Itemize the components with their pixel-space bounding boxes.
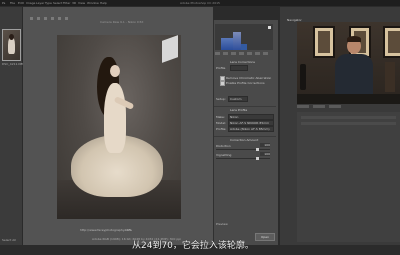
lens-profile-label: Profile: xyxy=(216,127,227,131)
presenter-body xyxy=(335,54,373,94)
frame-photo xyxy=(318,31,330,53)
vignetting-slider[interactable] xyxy=(216,157,270,160)
menu-ps[interactable]: Ps xyxy=(2,1,5,5)
presenter-video xyxy=(297,22,400,104)
presenter-hair xyxy=(347,36,361,42)
menu-edit[interactable]: Edit xyxy=(18,1,24,5)
lens-profile-value: Adobe (Nikon AF-S 85mm) xyxy=(230,127,270,131)
tab-effects-icon[interactable] xyxy=(262,52,268,55)
zoom-level[interactable]: 10% xyxy=(125,228,132,232)
photo-body xyxy=(104,83,126,153)
photo-face xyxy=(110,65,120,77)
histogram-peak-3 xyxy=(241,44,247,50)
tab-hsl-icon[interactable] xyxy=(238,52,244,55)
setup-label: Setup: xyxy=(216,97,226,101)
crop-tool-icon[interactable] xyxy=(50,17,54,20)
menu-type[interactable]: Type xyxy=(45,1,52,5)
tab-layers[interactable] xyxy=(297,105,309,108)
correction-amount-header: Correction Amount xyxy=(230,138,259,142)
speaker xyxy=(300,64,306,90)
enable-profile-checkbox[interactable] xyxy=(220,81,225,86)
preview-toggle[interactable]: Preview xyxy=(216,222,228,226)
make-value: Nikon xyxy=(230,115,239,119)
divider xyxy=(214,136,276,137)
layer-row[interactable] xyxy=(301,122,396,125)
setup-value: Custom xyxy=(230,97,242,101)
highlight-clipping-icon[interactable] xyxy=(268,26,271,29)
distortion-slider-thumb[interactable] xyxy=(256,148,259,151)
remove-chroma-label: Remove Chromatic Aberration xyxy=(226,76,272,80)
frame-photo xyxy=(388,31,400,53)
menu-view[interactable]: View xyxy=(78,1,85,5)
tab-split-toning-icon[interactable] xyxy=(246,52,252,55)
wall-frame xyxy=(383,26,400,58)
filmstrip-select-all[interactable]: Select All xyxy=(2,238,16,242)
distortion-label: Distortion xyxy=(216,144,231,148)
layer-row[interactable] xyxy=(301,116,396,119)
video-subtitle: 从24到70，它会拉入该轮廓。 xyxy=(132,241,254,251)
distortion-slider[interactable] xyxy=(216,148,270,151)
filmstrip-thumbnail[interactable] xyxy=(2,29,21,61)
histogram xyxy=(215,24,273,50)
hand-tool-icon[interactable] xyxy=(36,17,40,20)
tab-basic-icon[interactable] xyxy=(215,52,220,55)
spot-removal-icon[interactable] xyxy=(64,17,68,20)
menu-image[interactable]: Image xyxy=(26,1,35,5)
menu-filter[interactable]: Filter xyxy=(63,1,70,5)
layers-list xyxy=(297,112,400,242)
model-label: Model: xyxy=(216,121,227,125)
panel-tabs xyxy=(215,52,273,56)
straighten-tool-icon[interactable] xyxy=(57,17,61,20)
histogram-peak-2 xyxy=(233,32,241,50)
distortion-value[interactable]: 100 xyxy=(260,143,270,147)
vignetting-value[interactable]: 100 xyxy=(260,152,270,156)
desk xyxy=(297,94,400,104)
status-url: http://www.faceyphotography.com xyxy=(80,228,132,232)
lamp xyxy=(385,62,395,92)
tab-detail-icon[interactable] xyxy=(230,52,236,55)
menu-layer[interactable]: Layer xyxy=(36,1,44,5)
tab-tone-curve-icon[interactable] xyxy=(222,52,228,55)
white-balance-tool-icon[interactable] xyxy=(43,17,47,20)
menu-window[interactable]: Window xyxy=(87,1,99,5)
thumbnail-hair xyxy=(9,34,14,40)
vignetting-slider-thumb[interactable] xyxy=(256,157,259,160)
model-value: Nikon AF-S NIKKOR 85mm xyxy=(230,121,270,125)
menu-3d[interactable]: 3D xyxy=(72,1,76,5)
vignetting-label: Vignetting xyxy=(216,153,232,157)
filmstrip-thumb-label: DSC_4211.NEF xyxy=(2,62,25,66)
profile-tab-field[interactable] xyxy=(230,65,248,71)
tab-paths[interactable] xyxy=(328,105,341,108)
camera-raw-toolbar xyxy=(30,17,110,21)
layers-panel-tabs xyxy=(297,105,400,109)
profile-tab-label[interactable]: Profile xyxy=(216,66,225,70)
tab-channels[interactable] xyxy=(312,105,325,108)
menu-file[interactable]: File xyxy=(10,1,15,5)
zoom-tool-icon[interactable] xyxy=(30,17,33,20)
open-button[interactable]: Open xyxy=(255,233,275,241)
divider xyxy=(214,106,276,107)
make-label: Make: xyxy=(216,115,225,119)
histogram-peak-1 xyxy=(221,38,233,50)
section-title: Lens Corrections xyxy=(230,60,255,64)
document-tab[interactable]: Camera Raw 9.1 - Nikon D3X xyxy=(100,20,143,24)
app-title: Adobe Photoshop CC 2015 xyxy=(180,1,220,5)
menu-select[interactable]: Select xyxy=(53,1,62,5)
menu-bar: Ps File Edit Image Layer Type Select Fil… xyxy=(0,0,400,6)
menu-help[interactable]: Help xyxy=(100,1,107,5)
wall-frame xyxy=(313,26,335,58)
enable-profile-label: Enable Profile Corrections xyxy=(226,81,265,85)
lens-profile-header: Lens Profile xyxy=(230,108,248,112)
tab-lens-corrections-icon[interactable] xyxy=(254,52,260,55)
